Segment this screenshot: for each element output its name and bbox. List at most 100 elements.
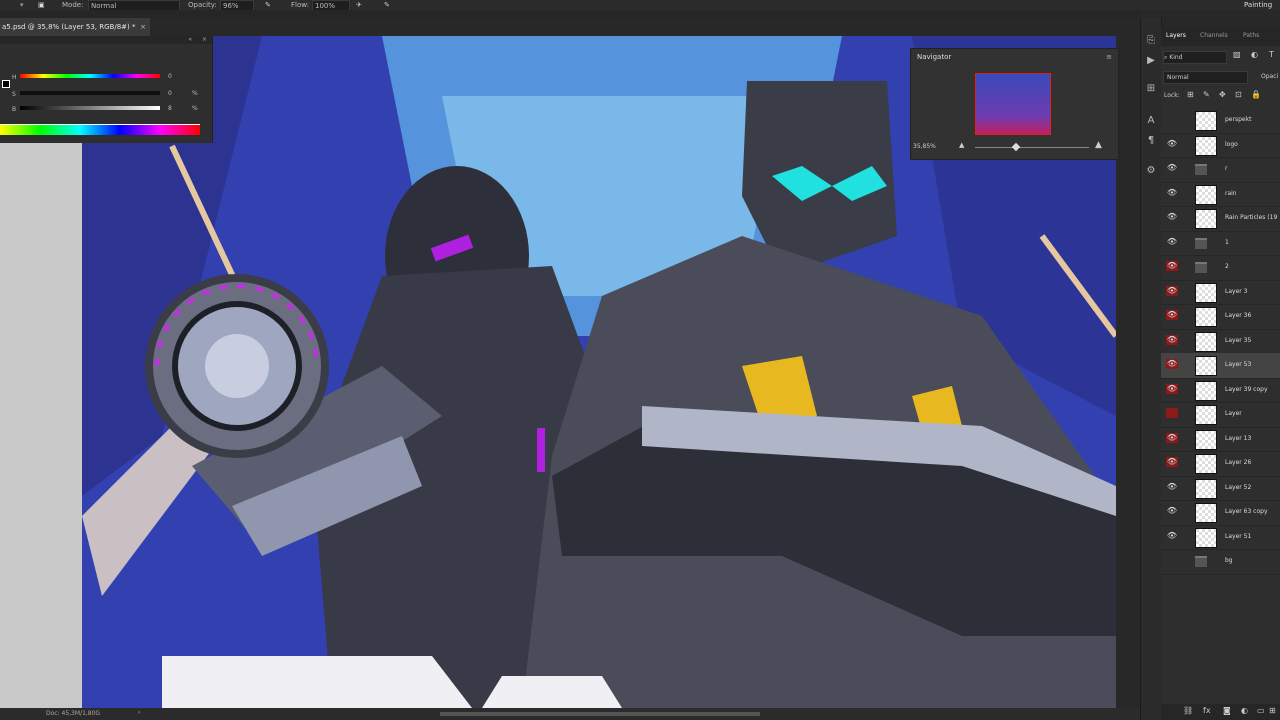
- actions-play-icon[interactable]: ▶: [1144, 54, 1158, 68]
- visibility-eye-icon[interactable]: [1166, 555, 1178, 565]
- visibility-eye-icon[interactable]: 👁: [1166, 261, 1178, 271]
- new-group-icon[interactable]: ▭: [1257, 706, 1265, 715]
- workspace-switcher[interactable]: Painting: [1244, 0, 1272, 10]
- navigator-zoom-slider[interactable]: [975, 147, 1089, 148]
- layer-row[interactable]: 👁 Layer 52: [1161, 476, 1280, 501]
- lock-pixels-icon[interactable]: ✎: [1203, 90, 1210, 99]
- zoom-out-icon[interactable]: ▲: [959, 141, 964, 149]
- layer-name: Layer 53: [1225, 361, 1252, 368]
- adjustment-layer-icon[interactable]: ◐: [1241, 706, 1248, 715]
- visibility-eye-icon[interactable]: 👁: [1166, 310, 1178, 320]
- new-layer-icon[interactable]: ⊞: [1269, 706, 1276, 715]
- filter-pixel-icon[interactable]: ▨: [1233, 50, 1241, 59]
- layer-group-row[interactable]: bg: [1161, 549, 1280, 575]
- lock-artboard-icon[interactable]: ⊡: [1235, 90, 1242, 99]
- layer-group-row[interactable]: 👁 r: [1161, 157, 1280, 183]
- tab-channels[interactable]: Channels: [1200, 29, 1228, 43]
- status-menu-arrow-icon[interactable]: ›: [138, 709, 140, 716]
- close-panel-icon[interactable]: ×: [202, 36, 207, 43]
- visibility-eye-icon[interactable]: 👁: [1166, 482, 1178, 492]
- blend-mode-dropdown[interactable]: Normal: [1163, 71, 1248, 84]
- tab-paths[interactable]: Paths: [1243, 29, 1259, 43]
- document-tab[interactable]: a5.psd @ 35,8% (Layer 53, RGB/8#) * ×: [0, 18, 150, 36]
- visibility-eye-icon[interactable]: 👁: [1166, 163, 1178, 173]
- visibility-eye-icon[interactable]: [1166, 408, 1178, 418]
- layer-row[interactable]: 👁 Layer 3: [1161, 280, 1280, 305]
- visibility-eye-icon[interactable]: 👁: [1166, 383, 1178, 394]
- horizontal-scrollbar[interactable]: [440, 712, 760, 716]
- history-icon[interactable]: ⎘: [1144, 34, 1158, 48]
- adjustments-icon[interactable]: ⊞: [1144, 82, 1158, 96]
- saturation-unit: %: [192, 90, 198, 97]
- color-slider-label-b: B: [12, 106, 17, 113]
- layer-thumbnail: [1195, 111, 1217, 131]
- brightness-value[interactable]: 8: [168, 105, 172, 112]
- add-mask-icon[interactable]: ◙: [1223, 706, 1231, 715]
- layer-thumbnail: [1195, 380, 1217, 401]
- brightness-slider[interactable]: [20, 106, 160, 110]
- hue-slider[interactable]: [20, 74, 160, 78]
- link-layers-icon[interactable]: ⛓: [1183, 706, 1193, 715]
- filter-type-icon[interactable]: T: [1269, 50, 1274, 59]
- lock-position-icon[interactable]: ✥: [1219, 90, 1226, 99]
- hue-value[interactable]: 0: [168, 73, 172, 80]
- visibility-eye-icon[interactable]: 👁: [1166, 188, 1178, 198]
- layer-group-row[interactable]: 👁 1: [1161, 231, 1280, 256]
- visibility-eye-icon[interactable]: 👁: [1166, 285, 1178, 296]
- tab-layers[interactable]: Layers: [1166, 29, 1186, 43]
- airbrush-icon[interactable]: ✈: [356, 0, 362, 10]
- layer-row[interactable]: 👁 logo: [1161, 133, 1280, 158]
- visibility-eye-icon[interactable]: 👁: [1166, 506, 1178, 516]
- visibility-eye-icon[interactable]: 👁: [1166, 457, 1178, 467]
- layer-thumbnail: [1195, 307, 1217, 327]
- visibility-eye-icon[interactable]: 👁: [1166, 334, 1178, 345]
- layer-thumbnail: [1195, 184, 1217, 205]
- zoom-in-icon[interactable]: ▲: [1095, 140, 1102, 150]
- layer-row[interactable]: 👁 Layer 35: [1161, 329, 1280, 354]
- brush-settings-icon[interactable]: ⚙: [1144, 164, 1158, 178]
- saturation-slider[interactable]: [20, 91, 160, 95]
- layer-row[interactable]: 👁 Layer 53: [1161, 353, 1280, 379]
- visibility-eye-icon[interactable]: 👁: [1166, 139, 1178, 149]
- saturation-value[interactable]: 0: [168, 90, 172, 97]
- layer-row[interactable]: perspekt: [1161, 108, 1280, 134]
- lock-transparency-icon[interactable]: ⊞: [1187, 90, 1194, 99]
- layer-row[interactable]: 👁 rain: [1161, 182, 1280, 207]
- character-icon[interactable]: A: [1144, 114, 1158, 128]
- filter-adjust-icon[interactable]: ◐: [1251, 50, 1258, 59]
- layer-row[interactable]: 👁 Layer 39 copy: [1161, 378, 1280, 403]
- brush-preset-icon[interactable]: ▾: [20, 0, 24, 10]
- layer-row[interactable]: 👁 Rain Particles (19: [1161, 206, 1280, 232]
- paragraph-icon[interactable]: ¶: [1144, 134, 1158, 148]
- visibility-eye-icon[interactable]: 👁: [1166, 237, 1178, 247]
- collapse-icon[interactable]: «: [188, 36, 192, 43]
- layer-group-row[interactable]: 👁 2: [1161, 255, 1280, 281]
- close-tab-icon[interactable]: ×: [140, 18, 146, 36]
- layer-row[interactable]: Layer: [1161, 402, 1280, 428]
- layer-row[interactable]: 👁 Layer 36: [1161, 304, 1280, 330]
- layer-thumbnail: [1195, 135, 1217, 156]
- layer-style-icon[interactable]: fx: [1203, 706, 1211, 715]
- visibility-eye-icon[interactable]: 👁: [1166, 531, 1178, 541]
- folder-icon: [1195, 237, 1207, 249]
- pressure-opacity-icon[interactable]: ✎: [265, 0, 271, 10]
- foreground-swatch[interactable]: [2, 80, 10, 88]
- brush-panel-icon[interactable]: ▣: [38, 0, 45, 10]
- pressure-size-icon[interactable]: ✎: [384, 0, 390, 10]
- layer-row[interactable]: 👁 Layer 13: [1161, 427, 1280, 452]
- visibility-eye-icon[interactable]: 👁: [1166, 432, 1178, 443]
- navigator-thumbnail[interactable]: [975, 73, 1051, 135]
- lock-all-icon[interactable]: 🔒: [1251, 90, 1261, 99]
- layer-row[interactable]: 👁 Layer 51: [1161, 525, 1280, 550]
- layer-row[interactable]: 👁 Layer 26: [1161, 451, 1280, 477]
- navigator-zoom-value[interactable]: 35,85%: [913, 143, 936, 150]
- visibility-eye-icon[interactable]: 👁: [1166, 359, 1178, 369]
- filter-kind-dropdown[interactable]: ⌕ Kind: [1163, 51, 1227, 64]
- visibility-eye-icon[interactable]: 👁: [1166, 212, 1178, 222]
- color-slider-label-s: S: [12, 91, 16, 98]
- color-ramp[interactable]: [0, 124, 200, 135]
- panel-menu-icon[interactable]: ≡: [1106, 53, 1112, 61]
- layer-row[interactable]: 👁 Layer 63 copy: [1161, 500, 1280, 526]
- visibility-eye-icon[interactable]: [1166, 114, 1178, 124]
- navigator-zoom-slider-thumb[interactable]: [1011, 142, 1021, 152]
